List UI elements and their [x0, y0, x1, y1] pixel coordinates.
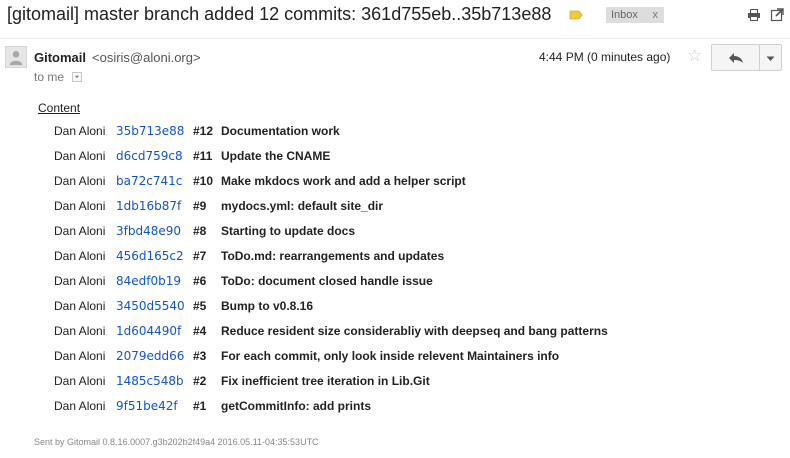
commit-hash-link[interactable]: ba72c741c [116, 174, 182, 188]
commit-row: Dan Aloni 1485c548b #2 Fix inefficient tree… [0, 372, 790, 397]
commit-message: ToDo.md: rearrangements and updates [221, 249, 445, 263]
commit-author: Dan Aloni [54, 374, 106, 388]
commit-hash-link[interactable]: 3450d5540 [116, 299, 185, 313]
footer-signature: Sent by Gitomail 0.8.16.0007.g3b202b2f49… [34, 437, 319, 447]
commit-author: Dan Aloni [54, 299, 106, 313]
commit-list: Dan Aloni 35b713e88 #12 Documentation work D… [0, 122, 790, 422]
commit-author: Dan Aloni [54, 249, 106, 263]
commit-number: #8 [193, 224, 207, 238]
commit-row: Dan Aloni 35b713e88 #12 Documentation work [0, 122, 790, 147]
commit-message: Make mkdocs work and add a helper script [221, 174, 466, 188]
footer-prefix: Sent by [34, 437, 68, 447]
sender-name[interactable]: Gitomail [34, 50, 86, 65]
commit-hash-link[interactable]: 9f51be42f [116, 399, 178, 413]
commit-message: Bump to v0.8.16 [221, 299, 314, 313]
sender-email: <osiris@aloni.org> [92, 50, 201, 65]
commit-author: Dan Aloni [54, 174, 106, 188]
commit-hash-link[interactable]: 456d165c2 [116, 249, 184, 263]
details-chevron-down-icon[interactable] [72, 72, 82, 82]
commit-message: For each commit, only look inside releve… [221, 349, 560, 363]
commit-number: #9 [193, 199, 207, 213]
commit-number: #3 [193, 349, 207, 363]
chevron-down-icon [766, 56, 775, 61]
commit-row: Dan Aloni 3450d5540 #5 Bump to v0.8.16 [0, 297, 790, 322]
commit-row: Dan Aloni 2079edd66 #3 For each commit, onl… [0, 347, 790, 372]
commit-hash-link[interactable]: 1db16b87f [116, 199, 181, 213]
commit-message: mydocs.yml: default site_dir [221, 199, 384, 213]
footer-brand: Gitomail [67, 437, 101, 447]
subject-bar: [gitomail] master branch added 12 commit… [0, 0, 790, 34]
commit-author: Dan Aloni [54, 149, 106, 163]
reply-arrow-icon [729, 53, 743, 63]
commit-row: Dan Aloni 456d165c2 #7 ToDo.md: rearrangeme… [0, 247, 790, 272]
commit-number: #1 [193, 399, 207, 413]
commit-number: #4 [193, 324, 207, 338]
person-avatar-icon [5, 46, 27, 68]
commit-message: ToDo: document closed handle issue [221, 274, 433, 288]
commit-message: Fix inefficient tree iteration in Lib.Gi… [221, 374, 430, 388]
commit-author: Dan Aloni [54, 324, 106, 338]
commit-hash-link[interactable]: 2079edd66 [116, 349, 184, 363]
commit-number: #11 [193, 149, 213, 163]
footer-version: 0.8.16.0007.g3b202b2f49a4 2016.05.11-04:… [100, 437, 319, 447]
commit-hash-link[interactable]: d6cd759c8 [116, 149, 183, 163]
commit-number: #5 [193, 299, 207, 313]
new-window-icon[interactable] [770, 8, 784, 22]
commit-row: Dan Aloni 9f51be42f #1 getCommitInfo: add p… [0, 397, 790, 422]
commit-author: Dan Aloni [54, 124, 106, 138]
commit-message: Update the CNAME [221, 149, 331, 163]
commit-hash-link[interactable]: 84edf0b19 [116, 274, 181, 288]
print-icon[interactable] [747, 8, 761, 22]
commit-number: #6 [193, 274, 207, 288]
star-icon[interactable]: ☆ [687, 46, 702, 66]
commit-row: Dan Aloni d6cd759c8 #11 Update the CNAME [0, 147, 790, 172]
commit-author: Dan Aloni [54, 274, 106, 288]
header-divider [0, 38, 790, 39]
commit-row: Dan Aloni 3fbd48e90 #8 Starting to update d… [0, 222, 790, 247]
message-timestamp: 4:44 PM (0 minutes ago) [539, 50, 671, 64]
commit-hash-link[interactable]: 1d604490f [116, 324, 181, 338]
commit-message: Reduce resident size considerabliy with … [221, 324, 608, 338]
reply-button[interactable] [711, 44, 760, 71]
commit-message: getCommitInfo: add prints [221, 399, 371, 413]
inbox-label-text: Inbox [611, 9, 638, 21]
commit-message: Documentation work [221, 124, 340, 138]
commit-author: Dan Aloni [54, 349, 106, 363]
recipient-summary: to me [34, 70, 65, 84]
commit-row: Dan Aloni 1d604490f #4 Reduce resident size… [0, 322, 790, 347]
commit-row: Dan Aloni 1db16b87f #9 mydocs.yml: default … [0, 197, 790, 222]
commit-author: Dan Aloni [54, 224, 106, 238]
commit-number: #10 [193, 174, 214, 188]
commit-row: Dan Aloni 84edf0b19 #6 ToDo: document close… [0, 272, 790, 297]
inbox-label-chip[interactable]: Inbox x [606, 7, 664, 23]
commit-message: Starting to update docs [221, 224, 356, 238]
commit-author: Dan Aloni [54, 199, 106, 213]
label-tag-icon[interactable] [569, 10, 583, 20]
commit-number: #7 [193, 249, 207, 263]
commit-hash-link[interactable]: 35b713e88 [116, 124, 184, 138]
remove-label-button[interactable]: x [653, 7, 659, 23]
content-link[interactable]: Content [38, 101, 80, 115]
commit-author: Dan Aloni [54, 399, 106, 413]
commit-row: Dan Aloni ba72c741c #10 Make mkdocs work an… [0, 172, 790, 197]
commit-hash-link[interactable]: 1485c548b [116, 374, 184, 388]
commit-number: #12 [193, 124, 214, 138]
more-actions-button[interactable] [759, 44, 782, 71]
email-subject: [gitomail] master branch added 12 commit… [7, 4, 552, 24]
commit-number: #2 [193, 374, 207, 388]
commit-hash-link[interactable]: 3fbd48e90 [116, 224, 181, 238]
